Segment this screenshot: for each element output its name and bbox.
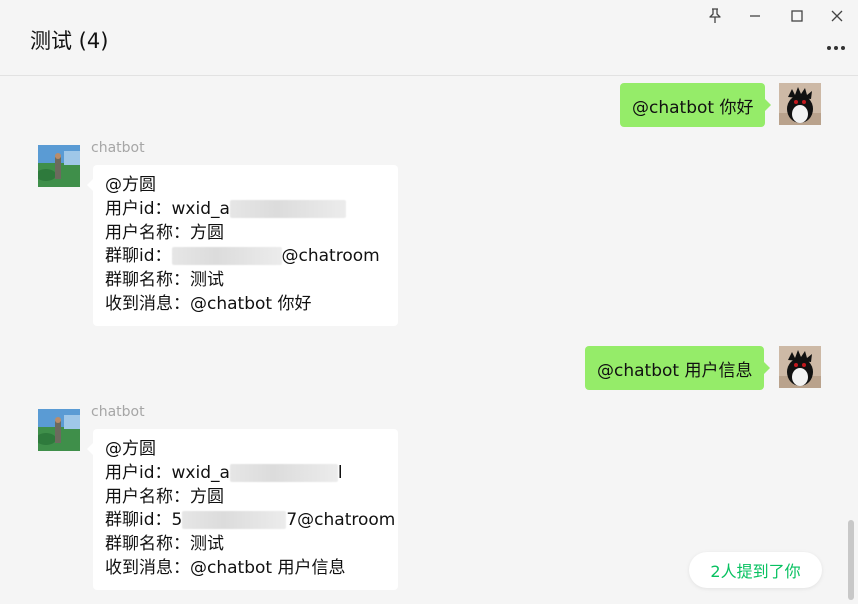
message-line: @方圆: [105, 439, 156, 459]
groupid-text: 群聊id：: [105, 246, 172, 267]
userid-text: 用户id：wxid_a: [105, 462, 230, 483]
message-line: 收到消息：@chatbot 用户信息: [105, 557, 346, 578]
chat-title: 测试 (4): [30, 29, 109, 53]
minimize-icon: [750, 15, 760, 17]
groupid-text: 群聊id：5: [105, 510, 183, 531]
groupid-suffix: 7@chatroom: [286, 510, 396, 531]
close-button[interactable]: [824, 4, 850, 28]
chatbot-avatar[interactable]: [38, 145, 80, 187]
message-line: 群聊id： @chatroom: [105, 245, 386, 269]
message-line: 用户id：wxid_a: [105, 198, 386, 222]
pin-button[interactable]: [702, 4, 728, 28]
sender-name: chatbot: [91, 404, 145, 420]
message-line: 用户id：wxid_a l: [105, 462, 386, 486]
sender-name: chatbot: [91, 140, 145, 156]
minimize-button[interactable]: [742, 4, 768, 28]
incoming-message-bubble[interactable]: @方圆 用户id：wxid_a 用户名称：方圆 群聊id： @chatroom 群…: [87, 165, 398, 326]
outgoing-message-bubble[interactable]: @chatbot 用户信息: [585, 346, 771, 390]
redacted-mask: [229, 199, 346, 218]
message-line: 群聊id：5 7@chatroom: [105, 509, 395, 533]
my-avatar[interactable]: [779, 83, 821, 125]
mention-notice-button[interactable]: 2人提到了你: [689, 552, 822, 588]
message-line: 群聊名称：测试: [105, 270, 224, 291]
landscape-avatar-icon: [38, 145, 80, 187]
userid-suffix: l: [337, 462, 343, 483]
message-line: 群聊名称：测试: [105, 534, 224, 555]
userid-text: 用户id：wxid_a: [105, 198, 230, 219]
message-line: 用户名称：方圆: [105, 222, 224, 243]
more-dots-icon: [827, 46, 845, 50]
redacted-mask: [171, 247, 282, 266]
redacted-mask: [182, 511, 287, 530]
maximize-button[interactable]: [784, 4, 810, 28]
chat-header: 测试 (4): [0, 0, 858, 76]
chatbot-avatar[interactable]: [38, 409, 80, 451]
redacted-mask: [229, 463, 338, 482]
close-icon: [831, 10, 843, 22]
my-avatar[interactable]: [779, 346, 821, 388]
message-line: @方圆: [105, 175, 156, 195]
penguin-avatar-icon: [779, 346, 821, 388]
pin-icon: [709, 8, 721, 23]
message-text: @chatbot 你好: [632, 97, 754, 118]
penguin-avatar-icon: [779, 83, 821, 125]
landscape-avatar-icon: [38, 409, 80, 451]
message-line: 收到消息：@chatbot 你好: [105, 293, 312, 314]
groupid-suffix: @chatroom: [281, 246, 380, 267]
maximize-icon: [791, 10, 803, 22]
message-text: @chatbot 用户信息: [597, 360, 753, 381]
chat-scrollbar[interactable]: [848, 520, 854, 600]
message-line: 用户名称：方圆: [105, 486, 224, 507]
incoming-message-bubble[interactable]: @方圆 用户id：wxid_a l 用户名称：方圆 群聊id：5 7@chatroo…: [87, 429, 398, 590]
more-options-button[interactable]: [824, 36, 848, 60]
outgoing-message-bubble[interactable]: @chatbot 你好: [620, 83, 772, 127]
